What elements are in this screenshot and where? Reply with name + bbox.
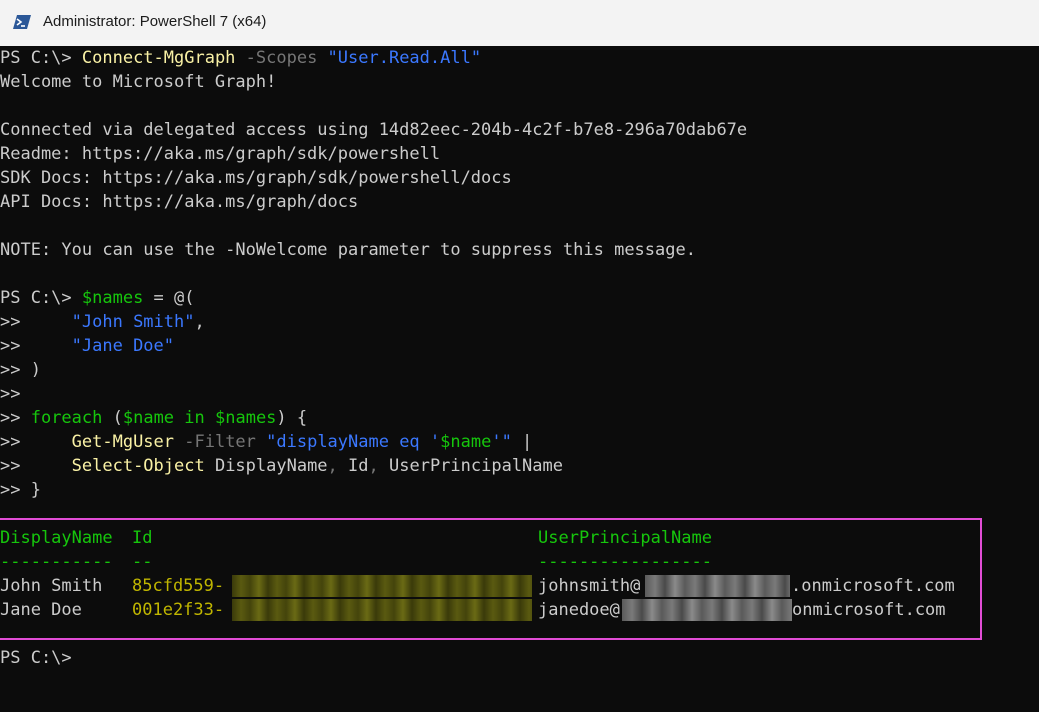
console-line: PS C:\> Connect-MgGraph -Scopes "User.Re… [0,48,482,68]
console-line: Welcome to Microsoft Graph! [0,72,277,92]
console-line: API Docs: https://aka.ms/graph/docs [0,192,359,212]
console-line: >> Select-Object DisplayName, Id, UserPr… [0,456,563,476]
table-row-name: Jane Doe [0,600,82,620]
console-line: NOTE: You can use the -NoWelcome paramet… [0,240,696,260]
table-row-upn-suffix: .onmicrosoft.com [791,576,955,596]
column-underline: ----------- [0,552,113,572]
column-underline: -- [132,552,153,572]
console-line: >> "Jane Doe" [0,336,175,356]
console-line: >> foreach ($name in $names) { [0,408,308,428]
title-bar[interactable]: Administrator: PowerShell 7 (x64) [0,0,1039,47]
redacted-id [232,599,532,621]
console-line: >> "John Smith", [0,312,205,332]
console-line: >> ) [0,360,41,380]
final-prompt[interactable]: PS C:\> [0,646,72,670]
column-header-displayname: DisplayName [0,528,113,548]
redacted-id [232,575,532,597]
column-underline: ----------------- [538,552,712,572]
column-header-id: Id [132,528,153,548]
table-row-upn-prefix: janedoe@ [538,600,620,620]
redacted-domain [622,599,792,621]
table-row-id: 001e2f33- [132,600,225,620]
console-line: >> [0,384,21,404]
window-title: Administrator: PowerShell 7 (x64) [43,13,267,30]
console-line: Readme: https://aka.ms/graph/sdk/powersh… [0,144,441,164]
column-header-upn: UserPrincipalName [538,528,712,548]
powershell-icon [13,15,31,29]
table-row-name: John Smith [0,576,103,596]
console-line: PS C:\> $names = @( [0,288,195,308]
table-row-id: 85cfd559- [132,576,225,596]
terminal-console[interactable]: PS C:\> Connect-MgGraph -Scopes "User.Re… [0,46,1039,712]
console-line: SDK Docs: https://aka.ms/graph/sdk/power… [0,168,512,188]
console-line: >> Get-MgUser -Filter "displayName eq '$… [0,432,533,452]
console-line: >> } [0,480,41,500]
table-row-upn-suffix: onmicrosoft.com [792,600,946,620]
console-line: Connected via delegated access using 14d… [0,120,748,140]
redacted-domain [645,575,790,597]
table-row-upn-prefix: johnsmith@ [538,576,641,596]
